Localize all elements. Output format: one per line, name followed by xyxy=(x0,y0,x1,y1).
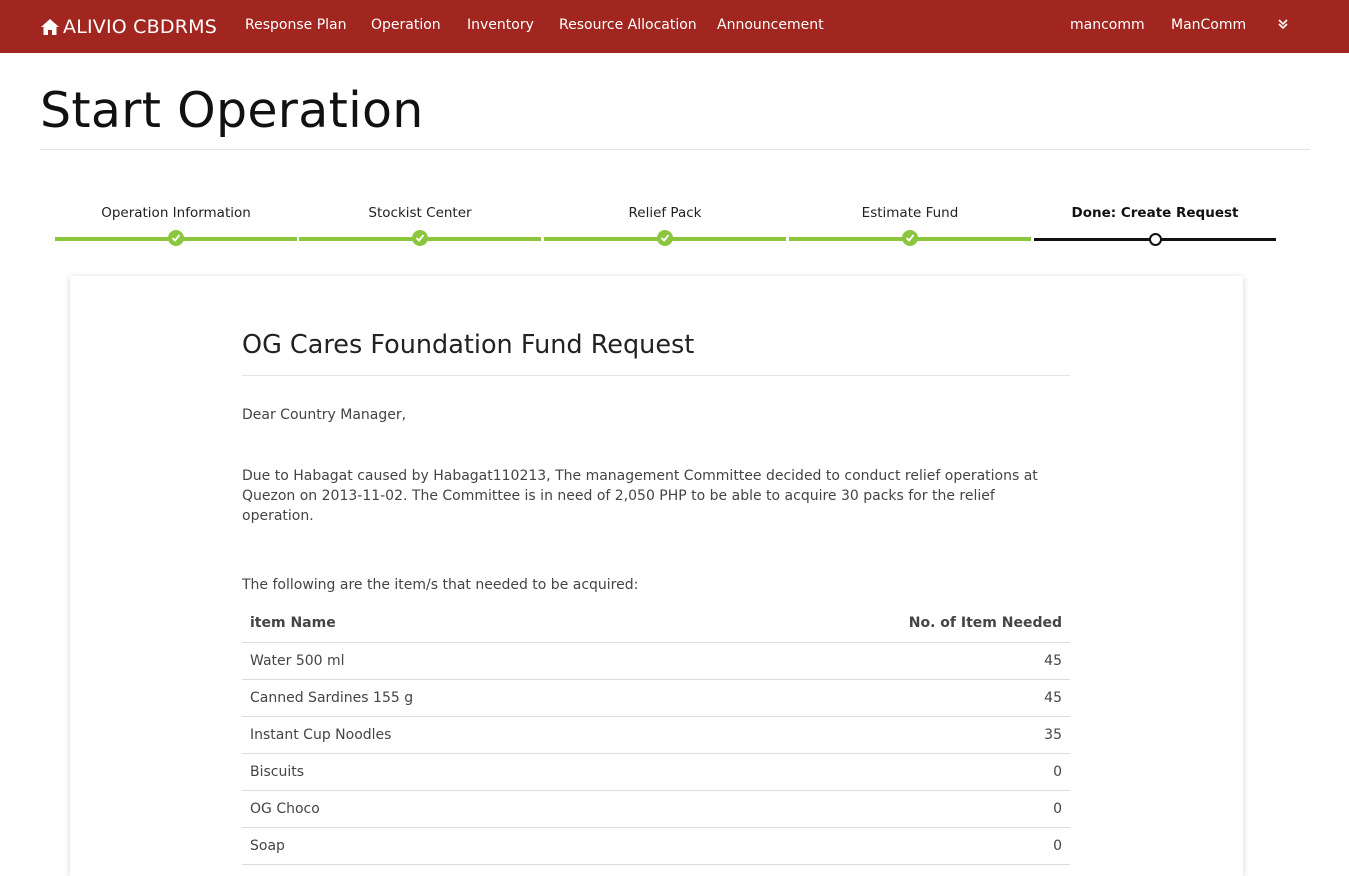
table-row: Soap 0 xyxy=(242,827,1070,865)
nav-username[interactable]: mancomm xyxy=(1070,0,1145,50)
page-title: Start Operation xyxy=(40,82,424,139)
step-stockist-center[interactable]: Stockist Center xyxy=(299,205,541,250)
item-name: Canned Sardines 155 g xyxy=(242,679,668,717)
letter-salutation: Dear Country Manager, xyxy=(242,407,407,423)
items-table: item Name No. of Item Needed Water 500 m… xyxy=(242,605,1070,865)
top-navbar: ALIVIO CBDRMS Response Plan Operation In… xyxy=(0,0,1349,53)
table-header-row: item Name No. of Item Needed xyxy=(242,605,1070,643)
check-icon xyxy=(168,230,184,246)
step-operation-information[interactable]: Operation Information xyxy=(55,205,297,250)
letter-title: OG Cares Foundation Fund Request xyxy=(242,330,695,360)
items-intro: The following are the item/s that needed… xyxy=(242,577,639,593)
nav-announcement[interactable]: Announcement xyxy=(717,0,824,50)
request-card: OG Cares Foundation Fund Request Dear Co… xyxy=(70,276,1243,876)
table-row: Biscuits 0 xyxy=(242,753,1070,791)
item-name: Soap xyxy=(242,827,668,865)
item-name: Instant Cup Noodles xyxy=(242,716,668,754)
title-divider xyxy=(40,149,1310,150)
nav-inventory[interactable]: Inventory xyxy=(467,0,534,50)
column-header-item-name: item Name xyxy=(242,605,668,643)
step-label: Estimate Fund xyxy=(861,205,959,221)
item-qty: 0 xyxy=(667,790,1070,828)
item-qty: 0 xyxy=(667,753,1070,791)
step-estimate-fund[interactable]: Estimate Fund xyxy=(789,205,1031,250)
active-step-circle-icon xyxy=(1149,233,1162,246)
step-label: Done: Create Request xyxy=(1071,205,1239,221)
table-row: Water 500 ml 45 xyxy=(242,642,1070,680)
check-icon xyxy=(657,230,673,246)
nav-user-role[interactable]: ManComm xyxy=(1171,0,1246,50)
check-icon xyxy=(902,230,918,246)
check-icon xyxy=(412,230,428,246)
item-qty: 45 xyxy=(667,642,1070,680)
letter-divider xyxy=(242,375,1070,376)
column-header-qty: No. of Item Needed xyxy=(667,605,1070,643)
step-label: Operation Information xyxy=(101,205,251,221)
brand-link[interactable]: ALIVIO CBDRMS xyxy=(40,0,217,53)
item-qty: 45 xyxy=(667,679,1070,717)
nav-operation[interactable]: Operation xyxy=(371,0,441,50)
table-row: Canned Sardines 155 g 45 xyxy=(242,679,1070,717)
brand-name: ALIVIO CBDRMS xyxy=(63,15,217,38)
table-row: OG Choco 0 xyxy=(242,790,1070,828)
home-icon xyxy=(41,18,59,35)
step-relief-pack[interactable]: Relief Pack xyxy=(544,205,786,250)
step-label: Stockist Center xyxy=(368,205,472,221)
item-qty: 0 xyxy=(667,827,1070,865)
step-done-create-request[interactable]: Done: Create Request xyxy=(1034,205,1276,250)
item-name: Biscuits xyxy=(242,753,668,791)
item-name: OG Choco xyxy=(242,790,668,828)
item-qty: 35 xyxy=(667,716,1070,754)
double-chevron-down-icon[interactable] xyxy=(1277,17,1289,31)
table-row: Instant Cup Noodles 35 xyxy=(242,716,1070,754)
nav-response-plan[interactable]: Response Plan xyxy=(245,0,346,50)
step-label: Relief Pack xyxy=(628,205,702,221)
letter-body: Due to Habagat caused by Habagat110213, … xyxy=(242,468,1038,524)
nav-resource-allocation[interactable]: Resource Allocation xyxy=(559,0,697,50)
item-name: Water 500 ml xyxy=(242,642,668,680)
